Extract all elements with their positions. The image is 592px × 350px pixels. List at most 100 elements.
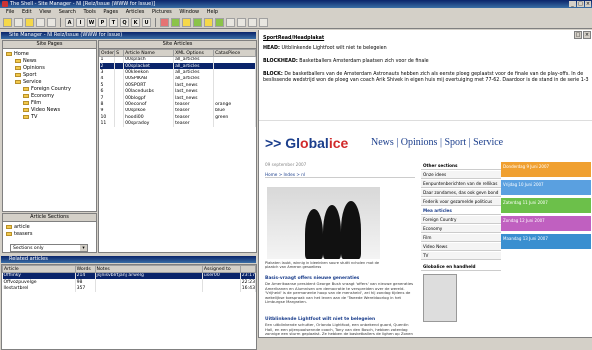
folder-icon	[23, 86, 29, 91]
other-section-link[interactable]: Onze idees	[421, 171, 501, 179]
other-section-link[interactable]: Daar zondames, das ook gevn bond	[421, 189, 501, 197]
sections-select-value: Sections only	[13, 246, 44, 251]
block-label: BLOCK:	[263, 72, 283, 77]
print-icon[interactable]	[47, 17, 56, 27]
table-row[interactable]: 11 00spradoy teaser	[99, 120, 256, 127]
tree-label: News	[23, 58, 37, 64]
close-button[interactable]: ×	[585, 1, 591, 7]
col-catas-piece[interactable]: CatasPiece	[213, 49, 256, 57]
table-header-row: Order S Article Name XML Options CatasPi…	[98, 49, 256, 57]
tree-item-tv[interactable]: TV	[23, 114, 37, 120]
side-teaser[interactable]: Donderdag 9 Juni 2007	[501, 162, 591, 177]
tool-p-button[interactable]: P	[98, 17, 107, 27]
star-icon[interactable]	[182, 17, 191, 27]
folder-icon[interactable]	[25, 17, 34, 27]
more-section-link[interactable]: TV	[421, 252, 501, 260]
publish-icon[interactable]	[171, 17, 180, 27]
maximize-button[interactable]: □	[577, 1, 584, 7]
more-section-link[interactable]: Economy	[421, 225, 501, 233]
tree-item-video-news[interactable]: Video News	[23, 107, 60, 113]
star-icon[interactable]	[204, 17, 213, 27]
tool-w-button[interactable]: W	[87, 17, 96, 27]
editor-head[interactable]: HEAD: Uitblinkende Lightfoot wilt niet t…	[263, 46, 589, 52]
col-time	[239, 265, 257, 273]
cell: 11	[99, 120, 116, 127]
site-articles-table: Order S Article Name XML Options CatasPi…	[98, 49, 256, 127]
menu-search[interactable]: Search	[59, 8, 76, 16]
section-item-teasers[interactable]: teasers	[6, 231, 32, 237]
tree-item-economy[interactable]: Economy	[23, 93, 54, 99]
tree-item-opinions[interactable]: Opinions	[15, 65, 45, 71]
tool-i-button[interactable]: I	[76, 17, 85, 27]
window-icon[interactable]	[259, 17, 268, 27]
save-icon[interactable]	[14, 17, 23, 27]
side-teaser[interactable]: Vrijdag 10 Juni 2007	[501, 180, 591, 195]
person-figure	[341, 201, 361, 259]
window-icon[interactable]	[226, 17, 235, 27]
tree-item-film[interactable]: Film	[23, 100, 41, 106]
menu-articles[interactable]: Articles	[126, 8, 145, 16]
site-logo: >> Globalice	[265, 135, 349, 151]
menu-tools[interactable]: Tools	[84, 8, 96, 16]
side-teaser[interactable]: Maandag 13 Juni 2007	[501, 234, 591, 249]
col-article[interactable]: Article	[2, 265, 76, 273]
folder-icon	[15, 65, 21, 70]
tool-k-button[interactable]: K	[131, 17, 140, 27]
col-words[interactable]: Words	[74, 265, 96, 273]
col-assigned[interactable]: Assigned to	[201, 265, 241, 273]
other-section-link[interactable]: Eenpuntenberichten van de rellikas	[421, 180, 501, 188]
menu-pages[interactable]: Pages	[103, 8, 118, 16]
col-status[interactable]: S	[114, 49, 125, 57]
tree-item-news[interactable]: News	[15, 58, 37, 64]
tree-item-service[interactable]: Service	[15, 79, 41, 85]
window-icon[interactable]	[248, 17, 257, 27]
cell: 23:17	[240, 272, 257, 279]
other-section-link[interactable]: Federik voor gezamelde politicus gesoeli…	[421, 198, 501, 212]
cell: 22:23	[240, 278, 257, 286]
tool-a-button[interactable]: A	[65, 17, 74, 27]
folder-icon	[6, 224, 12, 229]
editor-blockhead[interactable]: BLOCKHEAD: Basketballers Amsterdam plaat…	[263, 59, 589, 65]
more-section-link[interactable]: Video News	[421, 243, 501, 251]
col-xml-options[interactable]: XML Options	[173, 49, 215, 57]
sections-select[interactable]: Sections only ▾	[10, 244, 88, 252]
side-teaser[interactable]: Zaterdag 11 Juni 2007	[501, 198, 591, 213]
table-row[interactable]: llestartbrel 357 16:43	[2, 285, 257, 292]
menu-window[interactable]: Window	[179, 8, 199, 16]
side-teaser[interactable]: Zondag 12 Juni 2007	[501, 216, 591, 231]
menu-view[interactable]: View	[39, 8, 51, 16]
tool-q-button[interactable]: Q	[120, 17, 129, 27]
tool-t-button[interactable]: T	[109, 17, 118, 27]
menu-file[interactable]: File	[6, 8, 14, 16]
more-section-link[interactable]: Foreign Country	[421, 216, 501, 224]
new-icon[interactable]	[36, 17, 45, 27]
more-section-link[interactable]: Film	[421, 234, 501, 242]
menu-help[interactable]: Help	[207, 8, 218, 16]
chevron-down-icon[interactable]: ▾	[80, 245, 87, 251]
editor-body[interactable]: BLOCK: De basketballers van de Amsterdam…	[263, 72, 589, 84]
handheld-thumbnail[interactable]	[423, 274, 457, 322]
tool-u-button[interactable]: U	[142, 17, 151, 27]
section-item-article[interactable]: article	[6, 224, 30, 230]
close-icon[interactable]: ×	[583, 31, 591, 39]
col-article-name[interactable]: Article Name	[123, 49, 175, 57]
open-icon[interactable]	[3, 17, 12, 27]
col-order[interactable]: Order	[98, 49, 116, 57]
site-breadcrumb[interactable]: Home > Index > nl	[265, 172, 415, 178]
check-icon[interactable]	[193, 17, 202, 27]
tree-label: Film	[31, 100, 42, 106]
restore-button[interactable]: □	[574, 31, 582, 39]
block-text: De basketballers van de Amsterdam Astron…	[263, 72, 589, 83]
tree-item-foreign-country[interactable]: Foreign Country	[23, 86, 71, 92]
col-notes[interactable]: Notes	[94, 265, 203, 273]
menu-edit[interactable]: Edit	[22, 8, 32, 16]
minimize-button[interactable]: _	[569, 1, 576, 7]
tree-item-sport[interactable]: Sport	[15, 72, 36, 78]
cell: 357	[75, 285, 96, 292]
stop-icon[interactable]	[160, 17, 169, 27]
check-icon[interactable]	[215, 17, 224, 27]
tree-item-home[interactable]: Home	[6, 51, 29, 57]
window-icon[interactable]	[237, 17, 246, 27]
site-nav[interactable]: News | Opinions | Sport | Service	[371, 137, 503, 148]
menu-pictures[interactable]: Pictures	[152, 8, 172, 16]
